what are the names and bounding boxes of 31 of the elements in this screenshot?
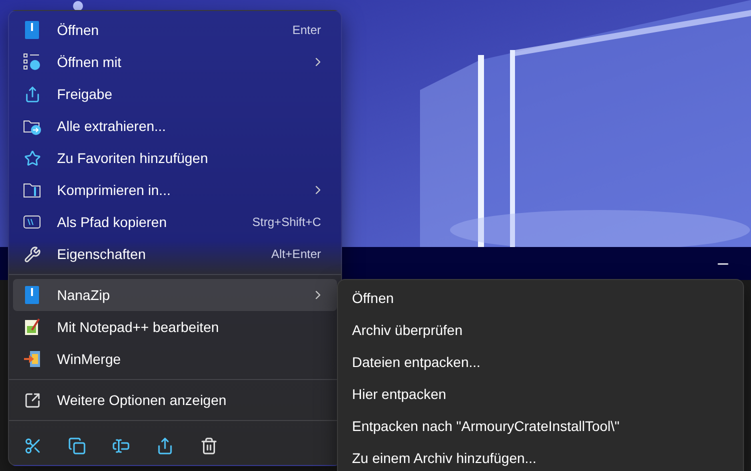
folder-zip-icon (23, 182, 41, 198)
share-icon (24, 86, 40, 102)
path-icon (23, 215, 41, 229)
archive-icon (24, 21, 40, 39)
menu-item[interactable]: Zu einem Archiv hinzufügen... (342, 442, 739, 471)
menu-item[interactable]: Hier entpacken (342, 378, 739, 410)
menu-item[interactable]: Eigenschaften Alt+Enter (13, 238, 337, 270)
menu-item[interactable]: Zu Favoriten hinzufügen (13, 142, 337, 174)
menu-item[interactable]: WinMerge (13, 343, 337, 375)
menu-item[interactable]: Mit Notepad++ bearbeiten (13, 311, 337, 343)
menu-item[interactable]: Öffnen mit (13, 46, 337, 78)
star-icon (24, 150, 40, 166)
copy-button[interactable] (66, 435, 88, 457)
menu-item[interactable]: Archiv überprüfen (342, 314, 739, 346)
menu-item[interactable]: Komprimieren in... (13, 174, 337, 206)
folder-arrow-icon (23, 118, 41, 134)
wrench-icon (24, 246, 40, 262)
menu-item[interactable]: Als Pfad kopieren Strg+Shift+C (13, 206, 337, 238)
archive-icon (24, 286, 40, 304)
menu-item[interactable]: Freigabe (13, 78, 337, 110)
menu-item[interactable]: Öffnen (342, 282, 739, 314)
app-list-icon (23, 53, 41, 71)
menu-item[interactable]: Dateien entpacken... (342, 346, 739, 378)
notepad-icon (24, 318, 40, 336)
expand-icon (24, 392, 40, 408)
winmerge-icon (23, 350, 41, 368)
menu-item[interactable]: Öffnen Enter (13, 14, 337, 46)
menu-item[interactable]: Weitere Optionen anzeigen (13, 384, 337, 416)
menu-item[interactable]: Alle extrahieren... (13, 110, 337, 142)
menu-item[interactable]: Entpacken nach "ArmouryCrateInstallTool\" (342, 410, 739, 442)
menu-item[interactable]: NanaZip (13, 279, 337, 311)
